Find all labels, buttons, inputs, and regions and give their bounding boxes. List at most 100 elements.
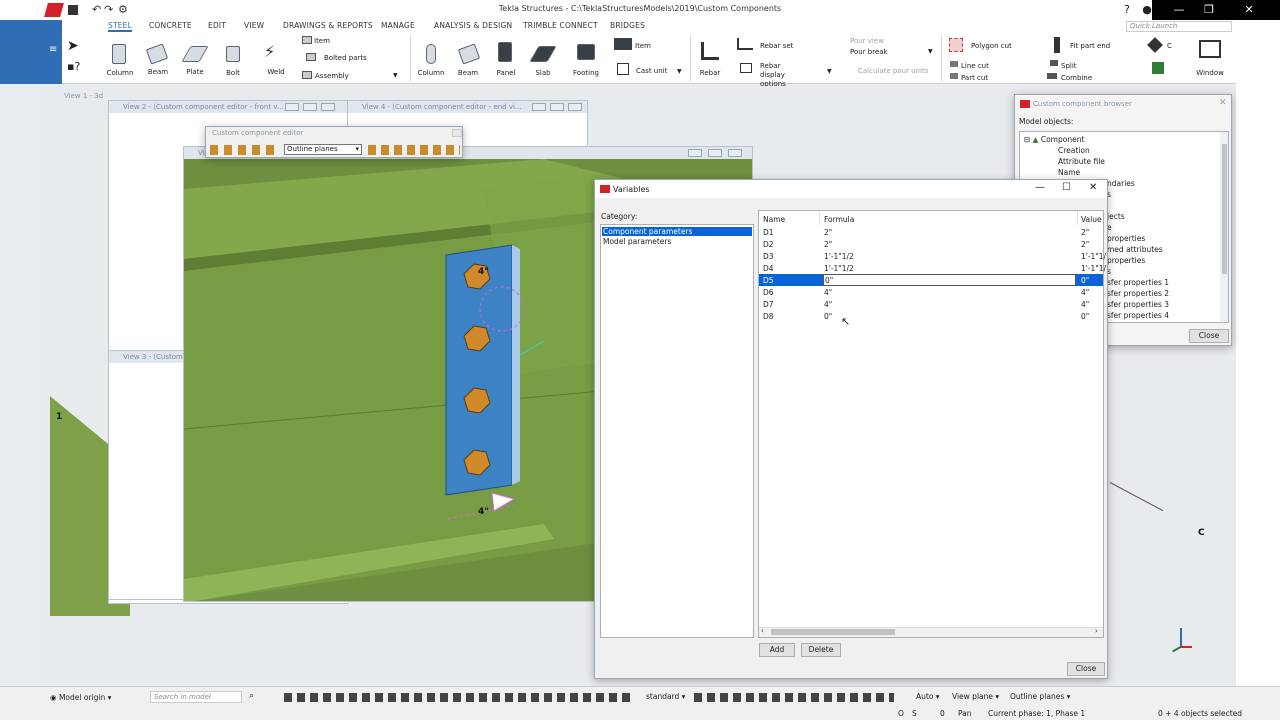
- tree-item-properties-1[interactable]: properties: [1107, 234, 1145, 243]
- bolt-label[interactable]: Bolt: [217, 69, 249, 77]
- row-formula[interactable]: 1'-1"1/2: [824, 264, 854, 273]
- close-button[interactable]: ✕: [1234, 0, 1264, 20]
- assembly-dropdown-icon[interactable]: ▼: [393, 72, 398, 79]
- table-row[interactable]: D7 4" 4": [759, 299, 1103, 310]
- combine-label[interactable]: Combine: [1061, 74, 1092, 82]
- standard-dropdown[interactable]: standard ▾: [646, 692, 685, 701]
- concrete-column-label[interactable]: Column: [415, 69, 447, 77]
- tree-item-named-attributes[interactable]: med attributes: [1107, 245, 1163, 254]
- undo-icon[interactable]: ↶: [92, 3, 101, 16]
- cc-toolbar-icons[interactable]: [210, 145, 280, 155]
- rebar-display-options-label[interactable]: Rebar display options: [760, 62, 806, 89]
- weld-icon[interactable]: ⚡: [264, 42, 275, 61]
- delete-button[interactable]: Delete: [801, 643, 841, 657]
- tree-item-name[interactable]: Name: [1058, 168, 1080, 177]
- steel-item-label[interactable]: Item: [314, 37, 330, 45]
- polygon-cut-label[interactable]: Polygon cut: [971, 42, 1012, 50]
- concrete-beam-label[interactable]: Beam: [452, 69, 484, 77]
- browser-scroll-thumb[interactable]: [1222, 144, 1227, 274]
- maximize-button[interactable]: ❐: [1194, 0, 1224, 20]
- concrete-item-label[interactable]: Item: [635, 42, 651, 50]
- row-formula[interactable]: 1'-1"1/2: [824, 252, 854, 261]
- view2-max-button[interactable]: [303, 103, 317, 111]
- rebar-display-dropdown-icon[interactable]: ▼: [827, 68, 832, 75]
- tree-item-attribute-file[interactable]: Attribute file: [1058, 157, 1105, 166]
- split-label[interactable]: Split: [1061, 62, 1077, 70]
- polygon-cut-icon[interactable]: [949, 38, 963, 52]
- variables-maximize-button[interactable]: ☐: [1062, 182, 1071, 193]
- tab-analysis-design[interactable]: ANALYSIS & DESIGN: [434, 21, 512, 30]
- tree-item-objects[interactable]: jects: [1107, 212, 1125, 221]
- variables-close-dialog-button[interactable]: Close: [1067, 662, 1105, 676]
- tree-item-transfer-2[interactable]: sfer properties 2: [1107, 289, 1169, 298]
- view2-min-button[interactable]: [285, 103, 299, 111]
- window-icon[interactable]: [1199, 40, 1221, 58]
- add-component-icon[interactable]: [1152, 62, 1164, 74]
- rebar-display-icon[interactable]: [740, 63, 752, 73]
- category-list[interactable]: Component parameters Model parameters: [600, 224, 754, 638]
- add-button[interactable]: Add: [759, 643, 795, 657]
- table-row[interactable]: D2 2" 2": [759, 239, 1103, 250]
- item-icon[interactable]: [302, 36, 312, 44]
- snap-help-icon[interactable]: ▪?: [67, 60, 80, 73]
- tree-item-component[interactable]: ⊟ ▲ Component: [1024, 135, 1084, 144]
- tab-steel[interactable]: STEEL: [108, 21, 132, 32]
- tab-manage[interactable]: MANAGE: [381, 21, 415, 30]
- fit-part-end-icon[interactable]: [1054, 37, 1060, 53]
- minimize-button[interactable]: —: [1164, 0, 1194, 20]
- tab-trimble-connect[interactable]: TRIMBLE CONNECT: [523, 21, 598, 30]
- view4-close-button[interactable]: [568, 103, 582, 111]
- part-cut-label[interactable]: Part cut: [961, 74, 988, 82]
- column-header-formula[interactable]: Formula: [824, 215, 854, 224]
- view5-close-button[interactable]: [728, 149, 742, 157]
- bolted-parts-label[interactable]: Bolted parts: [324, 54, 367, 62]
- component-label[interactable]: C: [1167, 42, 1172, 50]
- panel-label[interactable]: Panel: [490, 69, 522, 77]
- rebar-label[interactable]: Rebar: [694, 69, 726, 77]
- variables-table[interactable]: Name Formula Value D1 2" 2" D2 2" 2" D3 …: [758, 210, 1106, 638]
- rebar-set-label[interactable]: Rebar set: [760, 42, 793, 50]
- cc-toolbar-icons-right[interactable]: [368, 145, 460, 155]
- view2-close-button[interactable]: [321, 103, 335, 111]
- statusbar-tool-icons-2[interactable]: [694, 693, 894, 702]
- scroll-thumb[interactable]: [771, 629, 895, 635]
- tree-item-creation[interactable]: Creation: [1058, 146, 1090, 155]
- tab-concrete[interactable]: CONCRETE: [149, 21, 192, 30]
- tree-item-transfer-3[interactable]: sfer properties 3: [1107, 300, 1169, 309]
- line-cut-icon[interactable]: [950, 61, 958, 67]
- rebar-set-icon[interactable]: [737, 38, 753, 50]
- column-header-value[interactable]: Value: [1081, 215, 1102, 224]
- variables-dialog-titlebar[interactable]: [595, 180, 1107, 198]
- cc-editor-toolbar[interactable]: Custom component editor Outline planes ▾: [205, 126, 463, 158]
- variables-minimize-button[interactable]: —: [1035, 182, 1045, 193]
- tab-edit[interactable]: EDIT: [208, 21, 226, 30]
- cast-unit-icon[interactable]: [617, 63, 629, 75]
- tab-bridges[interactable]: BRIDGES: [610, 21, 645, 30]
- redo-icon[interactable]: ↷: [104, 3, 113, 16]
- view3-window[interactable]: View 3 - (Custom...: [108, 350, 190, 600]
- tree-item-transfer-1[interactable]: sfer properties 1: [1107, 278, 1169, 287]
- table-row[interactable]: D8 0" 0": [759, 311, 1103, 322]
- category-item-model-parameters[interactable]: Model parameters: [602, 237, 671, 246]
- view5-max-button[interactable]: [708, 149, 722, 157]
- row-formula[interactable]: 0": [824, 312, 832, 321]
- combine-icon[interactable]: [1047, 73, 1057, 79]
- variables-dialog[interactable]: Variables — ☐ ✕ Category: Component para…: [594, 179, 1108, 679]
- slab-label[interactable]: Slab: [527, 69, 559, 77]
- tab-view[interactable]: VIEW: [244, 21, 264, 30]
- formula-edit-field[interactable]: 0": [823, 274, 1076, 286]
- footing-icon[interactable]: [577, 44, 595, 60]
- view-plane-dropdown[interactable]: View plane ▾: [952, 692, 999, 701]
- statusbar-tool-icons[interactable]: [284, 693, 634, 702]
- save-icon[interactable]: [68, 5, 78, 15]
- view4-max-button[interactable]: [550, 103, 564, 111]
- tree-item-properties-2[interactable]: properties: [1107, 256, 1145, 265]
- rebar-icon[interactable]: [701, 42, 719, 60]
- settings-icon[interactable]: ⚙: [118, 3, 128, 16]
- assembly-icon[interactable]: [302, 71, 312, 79]
- assembly-label[interactable]: Assembly: [315, 72, 349, 80]
- statusbar-search-input[interactable]: Search in model: [150, 691, 242, 703]
- column-header-name[interactable]: Name: [763, 215, 785, 224]
- plate-label[interactable]: Plate: [179, 68, 211, 76]
- cast-unit-label[interactable]: Cast unit: [636, 67, 667, 75]
